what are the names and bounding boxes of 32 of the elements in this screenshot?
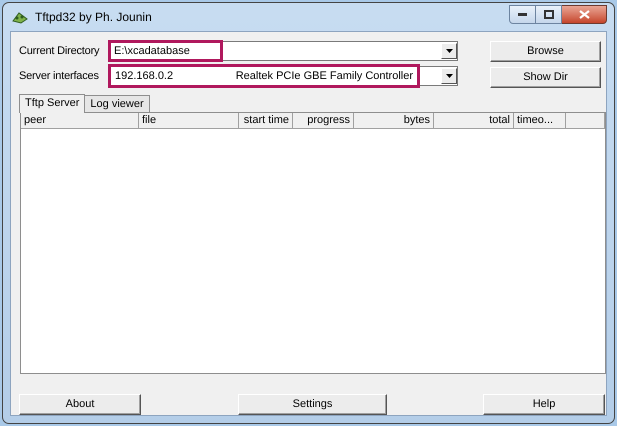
bottom-button[interactable]: About bbox=[19, 394, 141, 415]
tab[interactable]: Tftp Server bbox=[19, 94, 86, 113]
bottom-button[interactable]: Help bbox=[483, 394, 605, 415]
minimize-button[interactable] bbox=[509, 4, 536, 24]
dropdown-button[interactable] bbox=[441, 43, 457, 59]
side-button[interactable]: Show Dir bbox=[490, 67, 601, 88]
tab[interactable]: Log viewer bbox=[85, 95, 150, 112]
column-header[interactable]: timeo... bbox=[514, 113, 566, 128]
field-label: Server interfaces bbox=[19, 68, 100, 84]
maximize-icon bbox=[544, 10, 554, 18]
caret-icon bbox=[446, 49, 452, 53]
adapter-name: Realtek PCIe GBE Family Controller bbox=[236, 68, 413, 84]
column-header[interactable]: progress bbox=[293, 113, 354, 128]
directory-combobox[interactable]: E:\xcadatabase bbox=[108, 41, 458, 61]
column-header[interactable]: file bbox=[139, 113, 239, 128]
column-header[interactable]: total bbox=[434, 113, 514, 128]
bottom-button[interactable]: Settings bbox=[238, 394, 387, 415]
interface-combobox[interactable]: 192.168.0.2 Realtek PCIe GBE Family Controller bbox=[108, 66, 458, 86]
minimize-icon bbox=[518, 12, 527, 16]
column-header[interactable]: peer bbox=[21, 113, 139, 128]
caret-icon bbox=[446, 74, 452, 78]
field-value: E:\xcadatabase bbox=[108, 40, 223, 62]
column-header[interactable]: start time bbox=[239, 113, 293, 128]
maximize-button[interactable] bbox=[536, 4, 562, 24]
dropdown-button[interactable] bbox=[441, 68, 457, 84]
close-icon bbox=[578, 10, 590, 18]
field-label: Current Directory bbox=[19, 44, 100, 59]
column-header[interactable]: bytes bbox=[354, 113, 434, 128]
side-button[interactable]: Browse bbox=[490, 41, 601, 62]
window-title: Tftpd32 by Ph. Jounin bbox=[35, 9, 152, 26]
close-button[interactable] bbox=[562, 4, 607, 24]
ip-address: 192.168.0.2 bbox=[115, 68, 174, 84]
